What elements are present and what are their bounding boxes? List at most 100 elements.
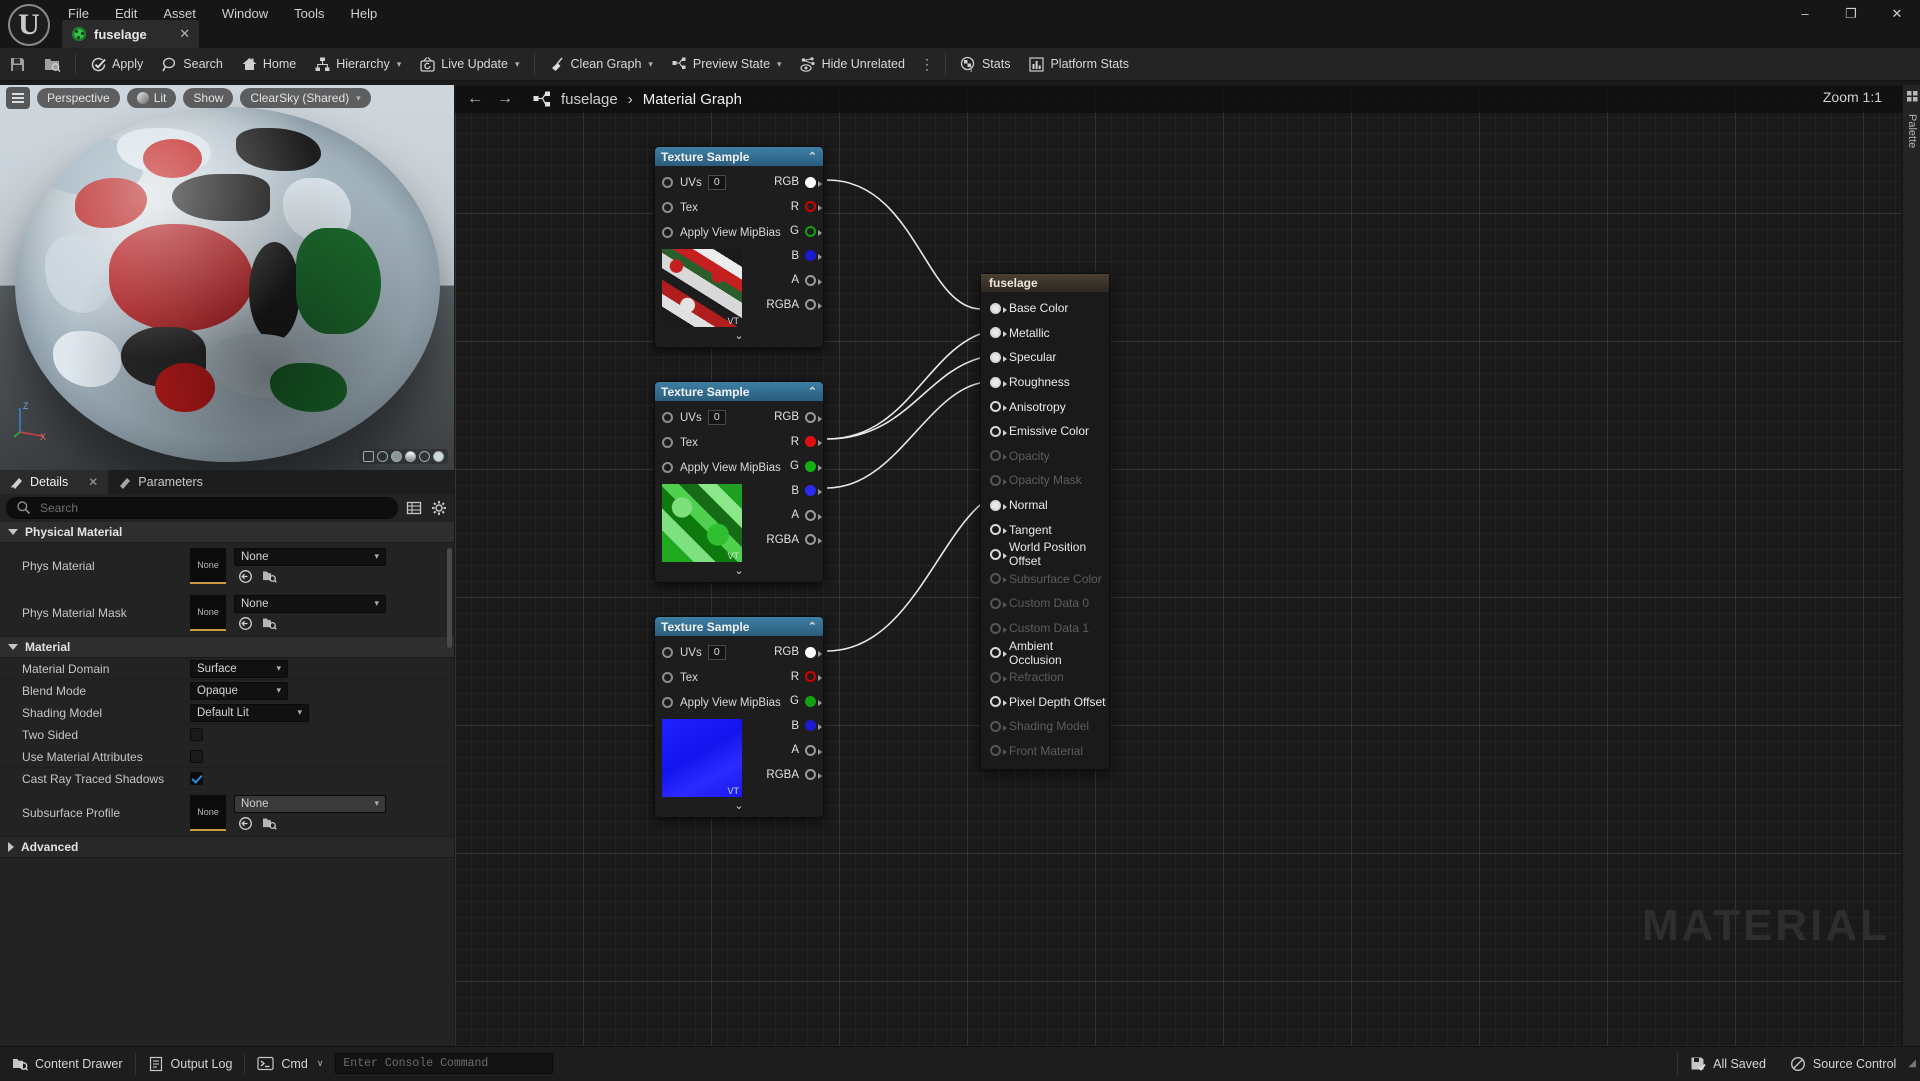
pin-icon[interactable] bbox=[662, 177, 673, 188]
browse-asset-button[interactable] bbox=[35, 48, 70, 81]
blend-mode-combo[interactable]: Opaque ▾ bbox=[190, 681, 288, 700]
shading-model-combo[interactable]: Default Lit ▾ bbox=[190, 703, 309, 722]
pin-icon[interactable] bbox=[990, 474, 1007, 486]
expand-node-caret-icon[interactable]: ⌄ bbox=[655, 799, 823, 815]
material-pin-opacity-mask[interactable]: Opacity Mask bbox=[981, 468, 1109, 493]
texture-sample-node-3[interactable]: Texture Sample ⌃ UVs 0 Tex Apply View Mi… bbox=[654, 616, 824, 818]
use-selected-asset-icon[interactable] bbox=[238, 816, 254, 832]
uvs-value[interactable]: 0 bbox=[707, 175, 726, 190]
subsurface-profile-combo[interactable]: None ▾ bbox=[234, 794, 386, 813]
clean-graph-button[interactable]: Clean Graph ▾ bbox=[540, 48, 662, 81]
table-view-icon[interactable] bbox=[406, 500, 423, 517]
apply-button[interactable]: Apply bbox=[81, 48, 152, 81]
pin-icon[interactable] bbox=[805, 201, 822, 213]
all-saved-button[interactable]: All Saved bbox=[1678, 1047, 1778, 1081]
pin-icon[interactable] bbox=[990, 450, 1007, 462]
display-option-icon[interactable] bbox=[405, 451, 416, 462]
tab-parameters[interactable]: Parameters bbox=[108, 470, 213, 494]
material-pin-metallic[interactable]: Metallic bbox=[981, 321, 1109, 346]
output-pin-g[interactable]: G bbox=[766, 689, 823, 714]
material-output-node[interactable]: fuselage Base Color Metallic Specular Rough… bbox=[980, 273, 1110, 771]
display-option-icon[interactable] bbox=[377, 451, 388, 462]
pin-icon[interactable] bbox=[990, 647, 1007, 659]
pin-icon[interactable] bbox=[990, 622, 1007, 634]
search-button[interactable]: Search bbox=[152, 48, 232, 81]
pin-icon[interactable] bbox=[805, 176, 822, 188]
display-option-icon[interactable] bbox=[391, 451, 402, 462]
pin-icon[interactable] bbox=[990, 720, 1007, 732]
output-pin-b[interactable]: B bbox=[766, 244, 823, 269]
material-pin-custom-data-1[interactable]: Custom Data 1 bbox=[981, 616, 1109, 641]
pin-icon[interactable] bbox=[990, 302, 1007, 314]
pin-icon[interactable] bbox=[805, 485, 822, 497]
pin-icon[interactable] bbox=[990, 425, 1007, 437]
hide-unrelated-button[interactable]: Hide Unrelated bbox=[791, 48, 914, 81]
pin-icon[interactable] bbox=[990, 597, 1007, 609]
palette-strip[interactable]: Palette bbox=[1902, 85, 1920, 1046]
grid-icon[interactable] bbox=[1907, 91, 1918, 102]
uvs-value[interactable]: 0 bbox=[707, 645, 726, 660]
breadcrumb-material-graph[interactable]: Material Graph bbox=[643, 91, 742, 108]
use-selected-asset-icon[interactable] bbox=[238, 616, 254, 632]
display-option-icon[interactable] bbox=[363, 451, 374, 462]
unreal-logo-icon[interactable]: U bbox=[8, 4, 50, 46]
close-icon[interactable]: ✕ bbox=[177, 26, 193, 42]
viewport-display-options[interactable] bbox=[359, 449, 448, 464]
viewport-viewmode-button[interactable]: Lit bbox=[126, 88, 177, 108]
browse-to-asset-icon[interactable] bbox=[262, 569, 278, 585]
pin-icon[interactable] bbox=[990, 671, 1007, 683]
section-header-material[interactable]: Material bbox=[0, 637, 454, 658]
pin-icon[interactable] bbox=[662, 437, 673, 448]
asset-thumbnail[interactable]: None bbox=[190, 595, 226, 631]
pin-icon[interactable] bbox=[990, 524, 1007, 536]
display-option-icon[interactable] bbox=[433, 451, 444, 462]
pin-icon[interactable] bbox=[990, 401, 1007, 413]
tab-details[interactable]: Details ✕ bbox=[0, 470, 109, 494]
material-pin-world-position-offset[interactable]: World Position Offset bbox=[981, 540, 1109, 568]
pin-icon[interactable] bbox=[805, 250, 822, 262]
pin-icon[interactable] bbox=[662, 672, 673, 683]
arrow-right-icon[interactable]: → bbox=[495, 90, 515, 108]
hierarchy-button[interactable]: Hierarchy ▾ bbox=[305, 48, 410, 81]
expand-node-caret-icon[interactable]: ⌄ bbox=[655, 564, 823, 580]
pin-icon[interactable] bbox=[662, 462, 673, 473]
pin-icon[interactable] bbox=[805, 720, 822, 732]
material-pin-tangent[interactable]: Tangent bbox=[981, 517, 1109, 542]
pin-icon[interactable] bbox=[805, 225, 822, 237]
asset-picker-combo[interactable]: None ▾ bbox=[234, 547, 386, 566]
content-drawer-button[interactable]: Content Drawer bbox=[0, 1047, 135, 1081]
pin-icon[interactable] bbox=[805, 671, 822, 683]
output-pin-b[interactable]: B bbox=[766, 714, 823, 739]
display-option-icon[interactable] bbox=[419, 451, 430, 462]
pin-icon[interactable] bbox=[662, 412, 673, 423]
home-button[interactable]: Home bbox=[232, 48, 305, 81]
pin-icon[interactable] bbox=[805, 274, 822, 286]
collapse-caret-icon[interactable]: ⌃ bbox=[808, 620, 817, 633]
material-pin-custom-data-0[interactable]: Custom Data 0 bbox=[981, 591, 1109, 616]
output-pin-rgb[interactable]: RGB bbox=[766, 640, 823, 665]
asset-thumbnail[interactable]: None bbox=[190, 795, 226, 831]
output-pin-r[interactable]: R bbox=[766, 665, 823, 690]
output-pin-g[interactable]: G bbox=[766, 219, 823, 244]
pin-icon[interactable] bbox=[805, 769, 822, 781]
stats-button[interactable]: i Stats bbox=[951, 48, 1020, 81]
pin-icon[interactable] bbox=[990, 696, 1007, 708]
browse-to-asset-icon[interactable] bbox=[262, 816, 278, 832]
source-control-button[interactable]: Source Control bbox=[1778, 1047, 1908, 1081]
uvs-value[interactable]: 0 bbox=[707, 410, 726, 425]
output-pin-b[interactable]: B bbox=[766, 479, 823, 504]
viewport-show-button[interactable]: Show bbox=[183, 88, 234, 108]
toolbar-overflow-button[interactable]: ⋮ bbox=[914, 48, 940, 81]
viewport-menu-icon[interactable] bbox=[6, 87, 30, 109]
close-icon[interactable]: ✕ bbox=[88, 475, 98, 489]
asset-picker-combo[interactable]: None ▾ bbox=[234, 594, 386, 613]
cmd-selector-button[interactable]: Cmd ∨ bbox=[245, 1047, 335, 1081]
gear-icon[interactable] bbox=[431, 500, 448, 517]
node-header[interactable]: Texture Sample ⌃ bbox=[655, 382, 823, 401]
output-log-button[interactable]: Output Log bbox=[136, 1047, 245, 1081]
material-pin-emissive-color[interactable]: Emissive Color bbox=[981, 419, 1109, 444]
material-pin-ambient-occlusion[interactable]: Ambient Occlusion bbox=[981, 639, 1109, 667]
viewport-perspective-button[interactable]: Perspective bbox=[37, 88, 120, 108]
output-pin-r[interactable]: R bbox=[766, 195, 823, 220]
output-pin-r[interactable]: R bbox=[766, 430, 823, 455]
